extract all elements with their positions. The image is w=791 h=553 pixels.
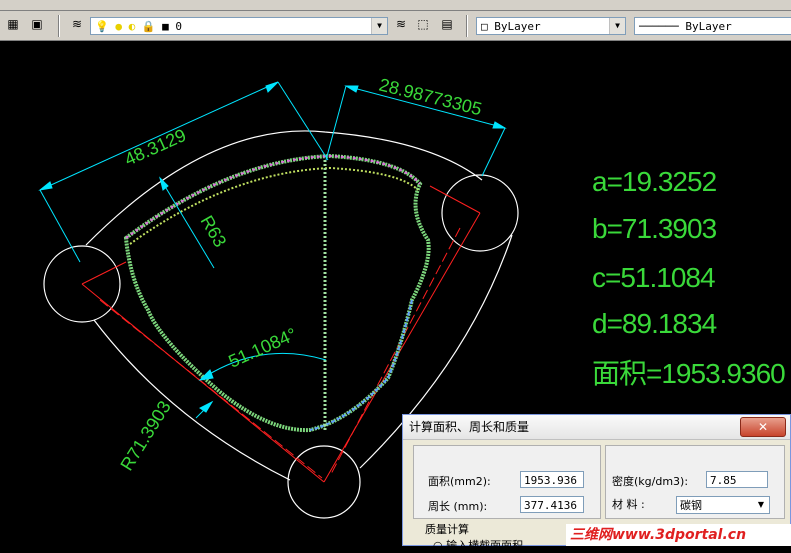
density-field[interactable]: 7.85 <box>706 471 768 488</box>
annotation-area: 面积=1953.9360 <box>592 358 786 389</box>
color-swatch-icon: ■ <box>162 20 169 33</box>
material-label: 材 料 : <box>612 498 645 511</box>
chevron-down-icon[interactable]: ▼ <box>609 18 625 34</box>
material-group: 密度(kg/dm3): 7.85 材 料 : 碳钢 ▼ <box>605 445 785 519</box>
toolbar-separator <box>466 15 468 37</box>
dimension-lines <box>38 81 507 419</box>
color-combo[interactable]: □ ByLayer ▼ <box>476 17 626 35</box>
area-field[interactable]: 1953.936 <box>520 471 584 488</box>
dialog-title: 计算面积、周长和质量 <box>403 415 790 440</box>
annotation-d: d=89.1834 <box>592 308 717 339</box>
dim-text-r71: R71.3903 <box>116 397 174 474</box>
layer-name: 0 <box>175 20 183 33</box>
density-label: 密度(kg/dm3): <box>612 475 689 488</box>
linetype-value: ByLayer <box>685 20 732 33</box>
layer-stack-icon[interactable]: ≋ <box>68 15 86 33</box>
chevron-down-icon[interactable]: ▼ <box>371 18 387 34</box>
material-value: 碳钢 <box>680 499 702 512</box>
annotation-a: a=19.3252 <box>592 166 717 197</box>
mass-option-section[interactable]: ○ 输入横截面面积 <box>433 537 523 553</box>
perimeter-field[interactable]: 377.4136 <box>520 496 584 513</box>
layer-tool-icon[interactable]: ▤ <box>438 15 456 33</box>
sun-icon: ● <box>115 20 122 33</box>
annotation-c: c=51.1084 <box>592 262 716 293</box>
lock-icon: 🔒 <box>141 20 156 33</box>
dim-text-angle: 51.1084° <box>225 324 299 372</box>
area-group: 面积(mm2): 1953.936 周长 (mm): 377.4136 <box>413 445 601 519</box>
bulb-icon: 💡 <box>95 20 109 33</box>
linetype-combo[interactable]: ────── ByLayer <box>634 17 791 35</box>
layer-states-icon[interactable]: ▣ <box>28 15 46 33</box>
make-current-icon[interactable]: ≋ <box>392 15 410 33</box>
perimeter-label: 周长 (mm): <box>428 500 488 513</box>
color-swatch-icon: □ <box>481 20 488 33</box>
dim-text-28: 28.98773305 <box>377 74 484 119</box>
toolbar-top <box>0 0 791 11</box>
layer-previous-icon[interactable]: ⬚ <box>414 15 432 33</box>
freeze-icon: ◐ <box>128 20 136 33</box>
toolbar-separator <box>58 15 60 37</box>
material-select[interactable]: 碳钢 ▼ <box>676 496 770 514</box>
area-label: 面积(mm2): <box>428 475 491 488</box>
color-value: ByLayer <box>494 20 541 33</box>
layer-manager-icon[interactable]: ▦ <box>4 15 22 33</box>
dim-text-r63: R63 <box>197 212 231 251</box>
chevron-down-icon: ▼ <box>757 500 765 509</box>
layer-combo[interactable]: 💡 ● ◐ 🔒 ■ 0 ▼ <box>90 17 388 35</box>
watermark: 三维网www.3dportal.cn <box>566 524 791 546</box>
linetype-sample: ────── <box>639 20 679 33</box>
mass-group-title: 质量计算 <box>425 523 469 536</box>
annotation-b: b=71.3903 <box>592 213 717 244</box>
dim-text-48: 48.3129 <box>121 125 189 170</box>
close-button[interactable]: ✕ <box>740 417 786 437</box>
properties-toolbar: ▦ ▣ ≋ 💡 ● ◐ 🔒 ■ 0 ▼ ≋ ⬚ ▤ □ ByLayer ▼ ──… <box>0 11 791 41</box>
